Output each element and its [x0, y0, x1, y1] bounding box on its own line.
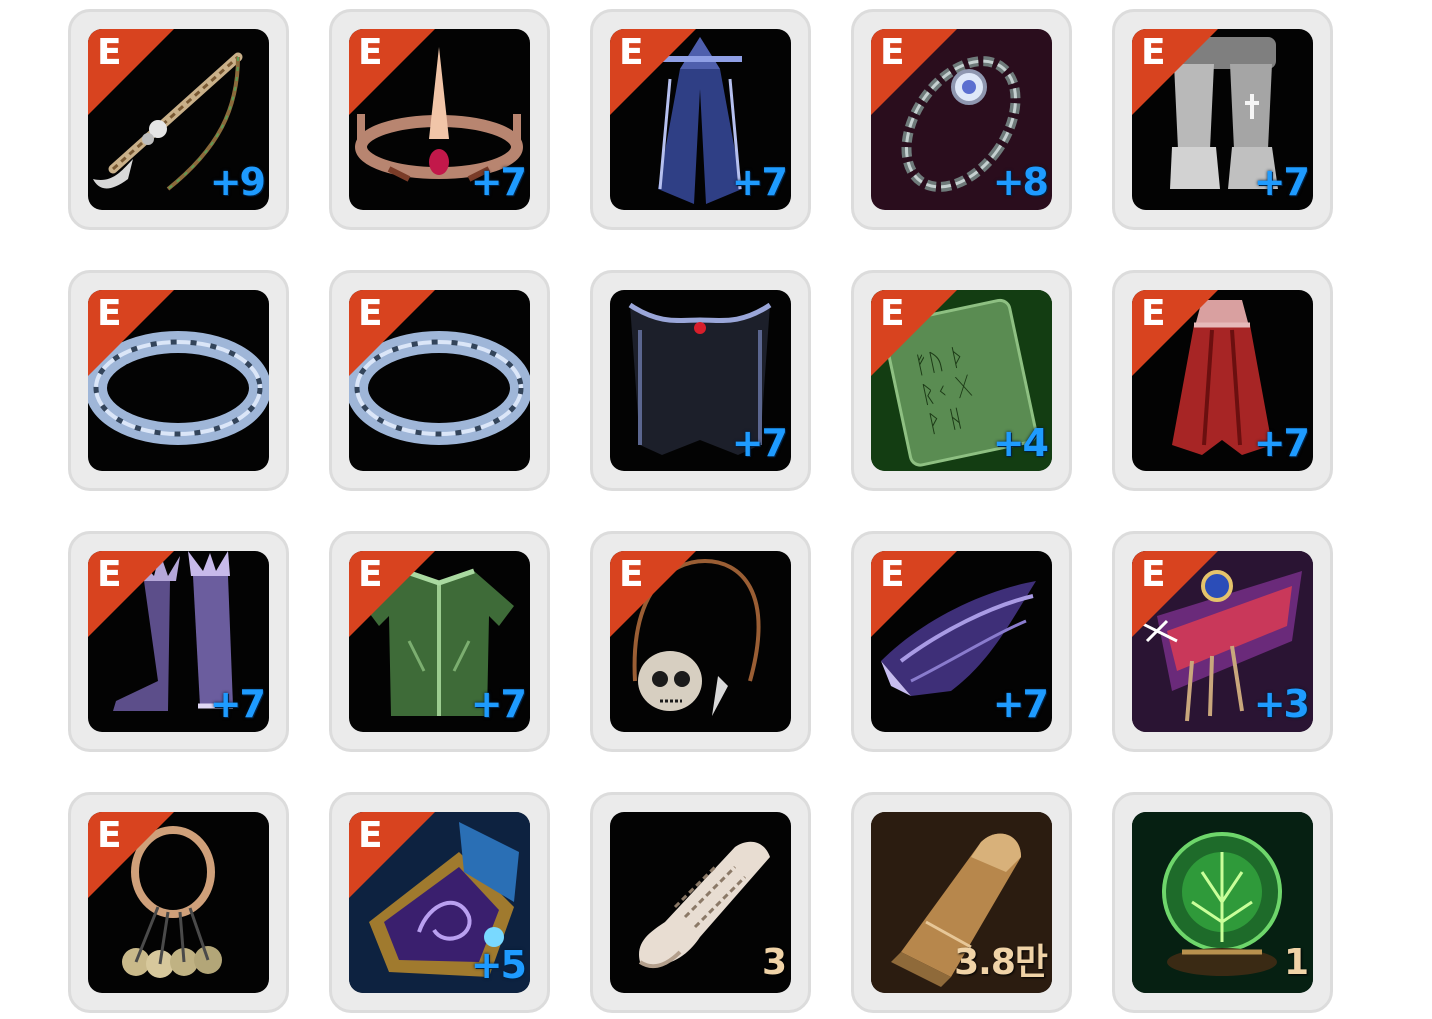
- equipped-badge-label: E: [880, 293, 905, 334]
- enhancement-level: +8: [992, 160, 1049, 204]
- equipped-badge-label: E: [619, 32, 644, 73]
- inventory-slot[interactable]: E +7: [851, 531, 1072, 752]
- item-tile: ᚠᚢ ᚦ ᚱᚲ ᚷ ᚹ ᚺ E +4: [871, 290, 1052, 471]
- inventory-slot[interactable]: E: [68, 270, 289, 491]
- item-tile: E +7: [349, 29, 530, 210]
- inventory-slot[interactable]: E: [329, 270, 550, 491]
- item-tile: E +7: [88, 551, 269, 732]
- inventory-slot[interactable]: E: [68, 792, 289, 1013]
- equipped-badge-label: E: [358, 293, 383, 334]
- equipped-badge-label: E: [358, 32, 383, 73]
- equipped-badge-label: E: [1141, 293, 1166, 334]
- enhancement-level: +7: [470, 682, 527, 726]
- inventory-slot[interactable]: 3: [590, 792, 811, 1013]
- item-tile: E: [88, 290, 269, 471]
- item-tile: E +7: [349, 551, 530, 732]
- equipped-badge-label: E: [1141, 554, 1166, 595]
- inventory-slot[interactable]: E +7: [590, 9, 811, 230]
- inventory-slot[interactable]: E +3: [1112, 531, 1333, 752]
- item-tile: E +7: [610, 29, 791, 210]
- inventory-slot[interactable]: E +7: [1112, 9, 1333, 230]
- equipped-badge-label: E: [880, 32, 905, 73]
- item-quantity: 3: [761, 942, 787, 983]
- inventory-slot[interactable]: E +7: [329, 9, 550, 230]
- equipped-badge-label: E: [619, 554, 644, 595]
- inventory-slot[interactable]: ᚠᚢ ᚦ ᚱᚲ ᚷ ᚹ ᚺ E +4: [851, 270, 1072, 491]
- item-tile: E +7: [1132, 29, 1313, 210]
- enhancement-level: +7: [209, 682, 266, 726]
- equipped-badge-label: E: [97, 554, 122, 595]
- enhancement-level: +7: [1253, 160, 1310, 204]
- item-tile: 1: [1132, 812, 1313, 993]
- equipped-badge-label: E: [358, 554, 383, 595]
- inventory-slot[interactable]: E: [590, 531, 811, 752]
- item-tile: E +7: [1132, 290, 1313, 471]
- item-tile: E +9: [88, 29, 269, 210]
- inventory-slot[interactable]: 3.8만: [851, 792, 1072, 1013]
- enhancement-level: +4: [992, 421, 1049, 465]
- enhancement-level: +5: [470, 943, 527, 987]
- equipped-badge-label: E: [97, 815, 122, 856]
- item-tile: E +7: [871, 551, 1052, 732]
- enhancement-level: +7: [1253, 421, 1310, 465]
- item-tile: E +3: [1132, 551, 1313, 732]
- inventory-grid: E +9 E +7 E +7 E +8 E +7 E E +7 ᚠᚢ ᚦ ᚱᚲ ᚷ ᚹ ᚺ: [68, 9, 1333, 1013]
- enhancement-level: +3: [1253, 682, 1310, 726]
- equipped-badge-label: E: [97, 32, 122, 73]
- item-tile: E: [88, 812, 269, 993]
- equipped-badge-label: E: [358, 815, 383, 856]
- item-tile: E: [610, 551, 791, 732]
- item-tile: 3: [610, 812, 791, 993]
- equipped-badge-label: E: [880, 554, 905, 595]
- item-quantity: 1: [1283, 942, 1309, 983]
- enhancement-level: +7: [731, 421, 788, 465]
- item-tile: 3.8만: [871, 812, 1052, 993]
- item-tile: E: [349, 290, 530, 471]
- inventory-slot[interactable]: E +7: [68, 531, 289, 752]
- item-quantity: 3.8만: [954, 942, 1048, 983]
- item-tile: +7: [610, 290, 791, 471]
- enhancement-level: +7: [731, 160, 788, 204]
- inventory-slot[interactable]: E +5: [329, 792, 550, 1013]
- enhancement-level: +7: [470, 160, 527, 204]
- enhancement-level: +9: [209, 160, 266, 204]
- equipped-badge-label: E: [1141, 32, 1166, 73]
- inventory-slot[interactable]: E +9: [68, 9, 289, 230]
- equipped-badge-label: E: [97, 293, 122, 334]
- enhancement-level: +7: [992, 682, 1049, 726]
- item-tile: E +8: [871, 29, 1052, 210]
- inventory-slot[interactable]: E +7: [329, 531, 550, 752]
- inventory-slot[interactable]: E +8: [851, 9, 1072, 230]
- inventory-slot[interactable]: +7: [590, 270, 811, 491]
- item-tile: E +5: [349, 812, 530, 993]
- inventory-slot[interactable]: 1: [1112, 792, 1333, 1013]
- inventory-slot[interactable]: E +7: [1112, 270, 1333, 491]
